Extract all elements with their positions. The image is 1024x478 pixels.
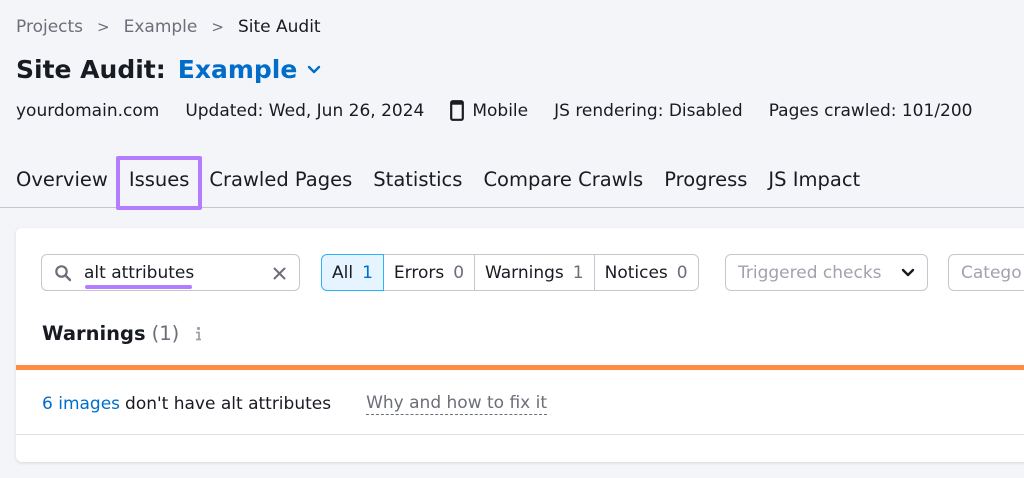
filter-label: Warnings (485, 262, 564, 283)
breadcrumb-example[interactable]: Example (124, 17, 198, 37)
filter-notices[interactable]: Notices 0 (593, 254, 699, 291)
page-title: Site Audit: Example (16, 55, 321, 84)
filter-count: 1 (362, 262, 373, 283)
category-placeholder: Catego (961, 262, 1022, 283)
close-icon[interactable] (273, 267, 286, 280)
search-box (41, 254, 300, 291)
filter-errors[interactable]: Errors 0 (382, 254, 476, 291)
row-divider (16, 434, 1024, 435)
tab-issues[interactable]: Issues (115, 156, 203, 210)
device-text: Mobile (472, 100, 529, 121)
breadcrumb: Projects > Example > Site Audit (16, 17, 321, 37)
filter-warnings[interactable]: Warnings 1 (474, 254, 595, 291)
updated-label: Updated: Wed, Jun 26, 2024 (185, 100, 425, 121)
tab-overview[interactable]: Overview (16, 156, 108, 208)
filter-label: Notices (604, 262, 668, 283)
page-title-label: Site Audit: (16, 55, 166, 84)
project-selector[interactable]: Example (178, 55, 322, 84)
tab-progress[interactable]: Progress (664, 156, 747, 208)
issue-row: 6 images don't have alt attributes Why a… (42, 393, 548, 415)
warning-severity-bar (16, 365, 1024, 370)
severity-filter: All 1 Errors 0 Warnings 1 Notices 0 (321, 254, 699, 291)
filter-count: 0 (676, 262, 688, 283)
warnings-heading: Warnings (1) (42, 322, 203, 345)
chevron-down-icon (308, 65, 321, 73)
tab-crawled-pages[interactable]: Crawled Pages (209, 156, 352, 208)
issue-count-link[interactable]: 6 images (42, 394, 120, 414)
issue-description: don't have alt attributes (125, 394, 332, 414)
pages-crawled-label: Pages crawled: 101/200 (768, 100, 973, 121)
filter-all[interactable]: All 1 (321, 254, 384, 291)
category-dropdown[interactable]: Catego (948, 254, 1024, 291)
search-input[interactable] (84, 262, 259, 283)
search-icon (55, 264, 72, 281)
filter-label: Errors (393, 262, 445, 283)
section-count: (1) (151, 322, 180, 345)
device-label: Mobile (450, 100, 528, 121)
triggered-checks-placeholder: Triggered checks (738, 262, 882, 283)
filter-label: All (332, 262, 354, 283)
project-name: Example (177, 55, 298, 84)
tab-bar: Overview Issues Crawled Pages Statistics… (0, 156, 1024, 210)
tab-js-impact[interactable]: JS Impact (768, 156, 860, 208)
triggered-checks-dropdown[interactable]: Triggered checks (725, 254, 928, 291)
why-how-fix-link[interactable]: Why and how to fix it (366, 393, 548, 415)
domain-label: yourdomain.com (16, 100, 160, 121)
info-icon[interactable] (193, 326, 203, 342)
tab-statistics[interactable]: Statistics (373, 156, 462, 208)
js-rendering-label: JS rendering: Disabled (554, 100, 743, 121)
section-label: Warnings (42, 322, 146, 345)
tab-compare-crawls[interactable]: Compare Crawls (483, 156, 643, 208)
chevron-down-icon (901, 268, 915, 276)
breadcrumb-projects[interactable]: Projects (16, 17, 83, 37)
chevron-right-icon: > (211, 18, 224, 36)
audit-meta: yourdomain.com Updated: Wed, Jun 26, 202… (16, 100, 999, 121)
chevron-right-icon: > (97, 18, 110, 36)
filter-count: 1 (572, 262, 584, 283)
issues-card: All 1 Errors 0 Warnings 1 Notices 0 Trig… (16, 228, 1024, 462)
search-highlight-underline (85, 285, 192, 289)
breadcrumb-site-audit: Site Audit (237, 17, 321, 37)
mobile-icon (450, 100, 465, 121)
filter-count: 0 (453, 262, 465, 283)
